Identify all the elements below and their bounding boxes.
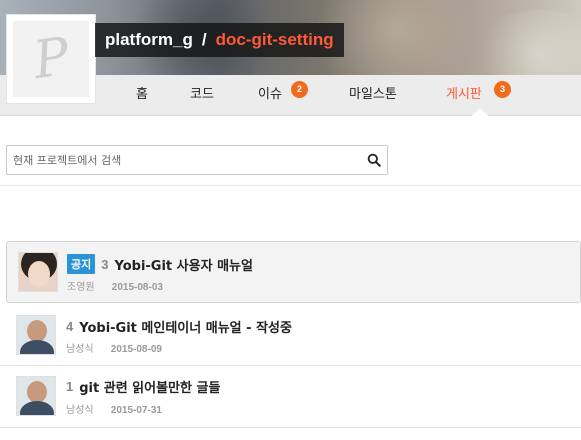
post-date: 2015-08-09 — [110, 344, 162, 355]
avatar-face-shape — [27, 381, 47, 403]
avatar-body-shape — [20, 401, 54, 415]
project-search-box — [6, 145, 388, 175]
post-date: 2015-08-03 — [111, 282, 163, 293]
post-title-line: 공지 3 Yobi-Git 사용자 매뉴얼 — [67, 254, 253, 274]
post-meta: 남성식 2015-07-31 — [66, 401, 162, 416]
project-logo[interactable]: P — [6, 14, 96, 104]
post-title-line: 1 git 관련 읽어볼만한 글들 — [66, 377, 220, 396]
post-number: 1 — [66, 379, 74, 394]
content-divider — [0, 185, 581, 186]
nav-item-label: 마일스톤 — [349, 87, 397, 102]
nav-item-code[interactable]: 코드 — [190, 75, 214, 115]
avatar — [18, 252, 58, 292]
board-post-row[interactable]: 1 git 관련 읽어볼만한 글들 남성식 2015-07-31 — [0, 367, 581, 428]
nav-item-milestones[interactable]: 마일스톤 — [349, 75, 397, 115]
post-title-link[interactable]: Yobi-Git 사용자 매뉴얼 — [114, 255, 252, 274]
project-title: platform_g / doc-git-setting — [95, 23, 344, 57]
search-icon[interactable] — [367, 153, 381, 167]
post-title-link[interactable]: Yobi-Git 메인테이너 매뉴얼 - 작성중 — [79, 317, 292, 336]
nav-item-issues[interactable]: 이슈 — [258, 75, 282, 115]
project-title-separator: / — [201, 30, 207, 49]
post-author[interactable]: 조영원 — [67, 282, 95, 293]
post-meta: 남성식 2015-08-09 — [66, 340, 162, 355]
project-logo-letter: P — [29, 26, 73, 92]
notice-badge: 공지 — [67, 254, 96, 274]
post-date: 2015-07-31 — [110, 405, 162, 416]
nav-item-label: 게시판 — [446, 87, 482, 102]
nav-item-label: 코드 — [190, 87, 214, 102]
nav-item-home[interactable]: 홈 — [136, 75, 148, 115]
avatar-face-shape — [28, 261, 50, 287]
avatar-face-shape — [27, 320, 47, 342]
issues-count-badge: 2 — [291, 81, 308, 98]
post-title-link[interactable]: git 관련 읽어볼만한 글들 — [79, 377, 220, 396]
search-input[interactable] — [7, 146, 359, 174]
post-number: 4 — [66, 319, 74, 334]
project-owner-link[interactable]: platform_g — [105, 30, 193, 50]
nav-item-label: 홈 — [136, 87, 148, 102]
post-meta: 조영원 2015-08-03 — [67, 278, 163, 293]
post-title-line: 4 Yobi-Git 메인테이너 매뉴얼 - 작성중 — [66, 317, 292, 336]
post-author[interactable]: 남성식 — [66, 405, 94, 416]
avatar — [16, 315, 56, 355]
board-post-row[interactable]: 공지 3 Yobi-Git 사용자 매뉴얼 조영원 2015-08-03 — [6, 241, 581, 303]
project-logo-placeholder: P — [13, 21, 89, 97]
nav-item-label: 이슈 — [258, 87, 282, 102]
board-count-badge: 3 — [494, 81, 511, 98]
post-author[interactable]: 남성식 — [66, 344, 94, 355]
board-post-row[interactable]: 4 Yobi-Git 메인테이너 매뉴얼 - 작성중 남성식 2015-08-0… — [0, 305, 581, 366]
active-tab-indicator — [472, 108, 488, 116]
post-number: 3 — [101, 256, 109, 272]
project-repo-link[interactable]: doc-git-setting — [216, 30, 334, 50]
avatar — [16, 376, 56, 416]
avatar-body-shape — [20, 340, 54, 354]
